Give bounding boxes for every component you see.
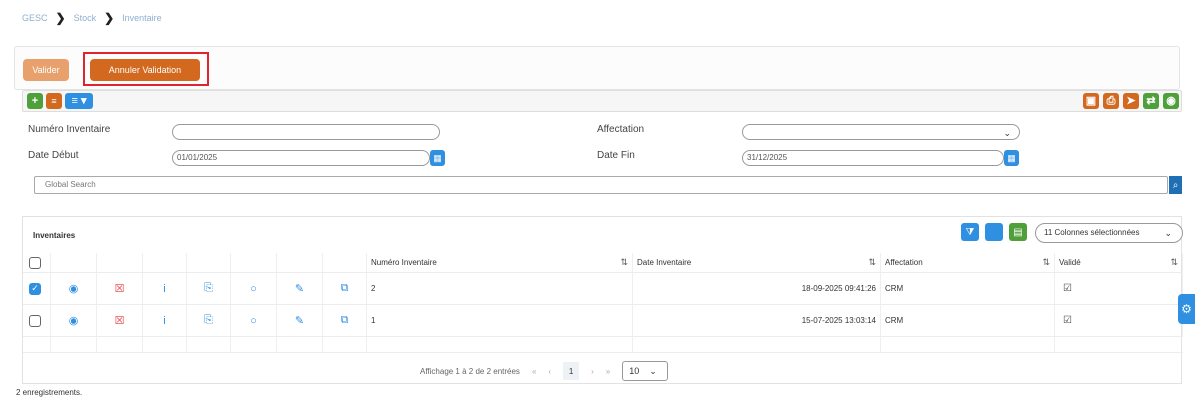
page-size-select[interactable]: 10 ⌄ bbox=[622, 361, 669, 381]
validation-actions: Valider Annuler Validation bbox=[14, 46, 1180, 90]
date-fin-label: Date Fin bbox=[597, 150, 635, 161]
record-count: 2 enregistrements. bbox=[16, 388, 83, 397]
trash-icon[interactable]: ☒ bbox=[97, 314, 142, 327]
table-title: Inventaires bbox=[33, 231, 76, 240]
send-icon[interactable]: ➤ bbox=[1123, 93, 1139, 109]
affectation-label: Affectation bbox=[597, 124, 645, 135]
date-debut-label: Date Début bbox=[28, 150, 79, 161]
attachment-icon[interactable]: ⎘ bbox=[187, 314, 230, 327]
eye-icon[interactable]: ◉ bbox=[51, 314, 96, 327]
info-icon[interactable]: i bbox=[143, 315, 186, 327]
comment-icon[interactable]: ○ bbox=[231, 283, 276, 295]
header-affectation[interactable]: Affectation ⇅ bbox=[881, 253, 1055, 272]
date-debut-input[interactable]: 01/01/2025 bbox=[172, 150, 430, 166]
page-button[interactable]: 1 bbox=[563, 362, 580, 380]
add-icon[interactable]: + bbox=[27, 93, 43, 109]
breadcrumb-item-stock[interactable]: Stock bbox=[74, 13, 97, 23]
settings-gear-icon[interactable]: ⚙ bbox=[1178, 294, 1195, 324]
eye-icon[interactable]: ◉ bbox=[51, 282, 96, 295]
next-page-icon[interactable]: › bbox=[591, 367, 594, 376]
table-row[interactable]: ◉ ☒ i ⎘ ○ ✎ ⧉ 1 15-07-2025 13:03:14 CRM … bbox=[23, 305, 1183, 337]
header-valide[interactable]: Validé ⇅ bbox=[1055, 253, 1183, 272]
date-fin-input[interactable]: 31/12/2025 bbox=[742, 150, 1004, 166]
chevron-right-icon: ❯ bbox=[104, 11, 115, 25]
annuler-validation-button[interactable]: Annuler Validation bbox=[90, 59, 200, 81]
stamp-icon[interactable]: ▣ bbox=[1083, 93, 1099, 109]
eye-icon[interactable]: ◉ bbox=[1163, 93, 1179, 109]
pagination-summary: Affichage 1 à 2 de 2 entrées bbox=[420, 366, 520, 376]
cell-numero: 2 bbox=[371, 284, 376, 293]
calendar-icon[interactable]: ▦ bbox=[430, 150, 445, 166]
edit-icon[interactable]: ✎ bbox=[277, 314, 322, 327]
header-date[interactable]: Date Inventaire ⇅ bbox=[633, 253, 881, 272]
attachment-icon[interactable]: ⎘ bbox=[187, 282, 230, 295]
copy-icon[interactable]: ⧉ bbox=[323, 314, 366, 327]
breadcrumb-item-gesc[interactable]: GESC bbox=[22, 13, 48, 23]
chevron-down-icon: ⌄ bbox=[1164, 228, 1172, 238]
chevron-right-icon: ❯ bbox=[55, 11, 66, 25]
row-checkbox[interactable] bbox=[29, 314, 41, 327]
sort-icon[interactable]: ⇅ bbox=[868, 257, 876, 268]
table-row[interactable]: ✓ ◉ ☒ i ⎘ ○ ✎ ⧉ 2 18-09-2025 09:41:26 CR… bbox=[23, 273, 1183, 305]
menu-dropdown-button[interactable]: ≡ ▾ bbox=[65, 93, 93, 109]
chevron-down-icon: ⌄ bbox=[1003, 128, 1011, 138]
breadcrumb-item-inventaire: Inventaire bbox=[122, 13, 162, 23]
sort-icon[interactable]: ⇅ bbox=[1042, 257, 1050, 268]
transfer-icon[interactable]: ⇄ bbox=[1143, 93, 1159, 109]
first-page-icon[interactable]: « bbox=[532, 367, 536, 376]
cell-date: 18-09-2025 09:41:26 bbox=[801, 284, 876, 293]
breadcrumb: GESC ❯ Stock ❯ Inventaire bbox=[22, 8, 162, 28]
trash-icon[interactable]: ☒ bbox=[97, 282, 142, 295]
table-header-row: Numéro Inventaire ⇅ Date Inventaire ⇅ Af… bbox=[23, 253, 1183, 273]
sort-icon[interactable]: ⇅ bbox=[1170, 257, 1178, 268]
search-icon[interactable]: ⌕ bbox=[1169, 176, 1182, 194]
validated-check-icon: ☑ bbox=[1063, 315, 1072, 326]
print-icon[interactable]: ⎙ bbox=[1103, 93, 1119, 109]
valider-button[interactable]: Valider bbox=[23, 59, 69, 81]
comment-icon[interactable]: ○ bbox=[231, 315, 276, 327]
cell-date: 15-07-2025 13:03:14 bbox=[801, 316, 876, 325]
cell-numero: 1 bbox=[371, 316, 376, 325]
list-icon[interactable]: ≡ bbox=[46, 93, 62, 109]
header-checkbox-cell bbox=[23, 253, 51, 272]
info-icon[interactable]: i bbox=[143, 283, 186, 295]
affectation-select[interactable]: ⌄ bbox=[742, 124, 1020, 140]
last-page-icon[interactable]: » bbox=[606, 367, 610, 376]
cell-affectation: CRM bbox=[885, 284, 904, 293]
filter-icon[interactable]: ⧩ bbox=[961, 223, 979, 241]
export-excel-icon[interactable]: ▤ bbox=[1009, 223, 1027, 241]
numero-inventaire-label: Numéro Inventaire bbox=[28, 124, 111, 135]
numero-inventaire-input[interactable] bbox=[172, 124, 440, 140]
copy-icon[interactable]: ⧉ bbox=[323, 282, 366, 295]
header-numero[interactable]: Numéro Inventaire ⇅ bbox=[367, 253, 633, 272]
toolbar: + ≡ ≡ ▾ ▣ ⎙ ➤ ⇄ ◉ bbox=[22, 90, 1182, 112]
edit-icon[interactable]: ✎ bbox=[277, 282, 322, 295]
prev-page-icon[interactable]: ‹ bbox=[548, 367, 551, 376]
sort-icon[interactable]: ⇅ bbox=[620, 257, 628, 268]
select-all-checkbox[interactable] bbox=[29, 256, 41, 269]
chevron-down-icon: ⌄ bbox=[649, 365, 657, 376]
row-checkbox[interactable]: ✓ bbox=[29, 282, 41, 295]
inventaires-table-panel: Inventaires ⧩ ▤ 11 Colonnes sélectionnée… bbox=[22, 216, 1183, 384]
table-row-empty bbox=[23, 337, 1183, 353]
columns-button[interactable] bbox=[985, 223, 1003, 241]
cell-affectation: CRM bbox=[885, 316, 904, 325]
validated-check-icon: ☑ bbox=[1063, 283, 1072, 294]
filter-panel: Numéro Inventaire Affectation ⌄ Date Déb… bbox=[22, 116, 1182, 208]
global-search-input[interactable]: Global Search bbox=[34, 176, 1168, 194]
pagination: Affichage 1 à 2 de 2 entrées « ‹ 1 › » 1… bbox=[420, 360, 669, 382]
column-selector[interactable]: 11 Colonnes sélectionnées ⌄ bbox=[1035, 223, 1183, 243]
calendar-icon[interactable]: ▦ bbox=[1004, 150, 1019, 166]
